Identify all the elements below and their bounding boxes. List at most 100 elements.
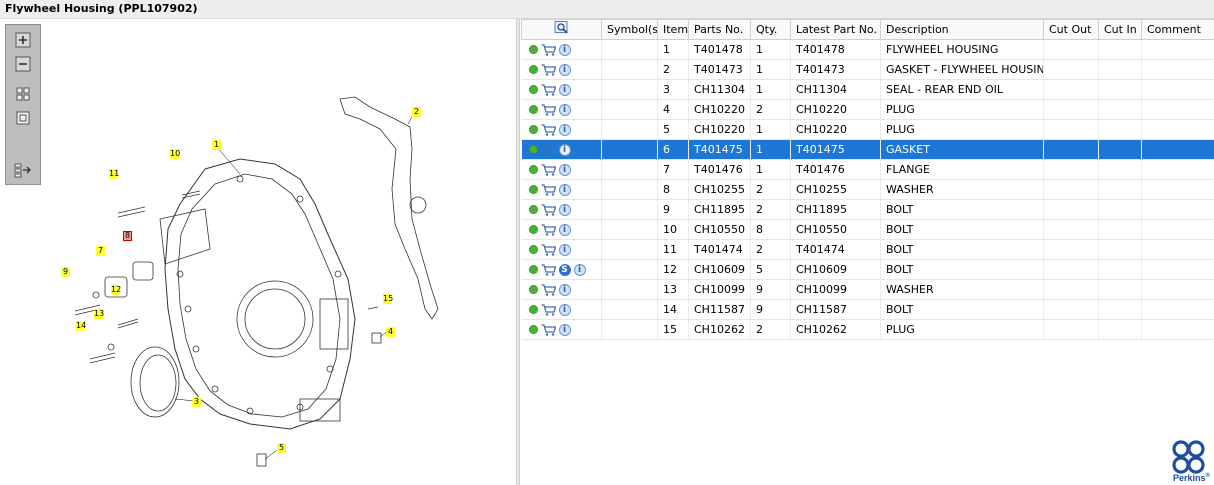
info-icon[interactable]: i xyxy=(558,123,571,136)
table-row[interactable]: i 4 CH10220 2 CH10220 PLUG xyxy=(521,99,1214,120)
callout-5[interactable]: 5 xyxy=(277,443,286,453)
callout-14[interactable]: 14 xyxy=(76,321,86,331)
table-row[interactable]: i 15 CH10262 2 CH10262 PLUG xyxy=(521,319,1214,340)
info-icon[interactable]: i xyxy=(573,263,586,276)
column-header-cut-out[interactable]: Cut Out xyxy=(1043,19,1099,40)
add-to-cart-icon[interactable] xyxy=(541,64,556,76)
actual-size-icon[interactable] xyxy=(13,109,33,127)
column-header-item[interactable]: Item xyxy=(657,19,689,40)
table-row[interactable]: i 5 CH10220 1 CH10220 PLUG xyxy=(521,119,1214,140)
pane-splitter[interactable] xyxy=(516,19,520,485)
callout-3[interactable]: 3 xyxy=(192,397,201,407)
row-icons-cell: i xyxy=(521,99,602,120)
column-header-symbols[interactable]: Symbol(s) xyxy=(601,19,658,40)
column-header-description[interactable]: Description xyxy=(880,19,1044,40)
callout-11[interactable]: 11 xyxy=(109,169,119,179)
info-icon[interactable]: i xyxy=(558,203,571,216)
table-row[interactable]: Si 12 CH10609 5 CH10609 BOLT xyxy=(521,259,1214,280)
info-icon[interactable]: i xyxy=(558,43,571,56)
gear-icon[interactable] xyxy=(528,285,538,294)
table-row[interactable]: i 11 T401474 2 T401474 BOLT xyxy=(521,239,1214,260)
zoom-out-icon[interactable] xyxy=(13,55,33,73)
table-row[interactable]: i 14 CH11587 9 CH11587 BOLT xyxy=(521,299,1214,320)
add-to-cart-icon[interactable] xyxy=(541,44,556,56)
table-row[interactable]: i 8 CH10255 2 CH10255 WASHER xyxy=(521,179,1214,200)
column-header-cut-in[interactable]: Cut In xyxy=(1098,19,1142,40)
gear-icon[interactable] xyxy=(528,325,538,334)
callout-12[interactable]: 12 xyxy=(111,285,121,295)
column-header-latest-part-no[interactable]: Latest Part No. xyxy=(790,19,881,40)
gear-icon[interactable] xyxy=(528,245,538,254)
add-to-cart-icon[interactable] xyxy=(541,184,556,196)
callout-4[interactable]: 4 xyxy=(386,327,395,337)
info-icon[interactable]: i xyxy=(558,283,571,296)
gear-icon[interactable] xyxy=(528,145,538,154)
add-to-cart-icon[interactable] xyxy=(541,244,556,256)
add-to-cart-icon[interactable] xyxy=(541,324,556,336)
gear-icon[interactable] xyxy=(528,45,538,54)
gear-icon[interactable] xyxy=(528,85,538,94)
callout-10[interactable]: 10 xyxy=(170,149,180,159)
column-header-qty[interactable]: Qty. xyxy=(750,19,791,40)
export-list-icon[interactable] xyxy=(13,161,33,179)
add-to-cart-icon[interactable] xyxy=(541,264,556,276)
add-to-cart-icon[interactable] xyxy=(541,304,556,316)
column-header-parts-no[interactable]: Parts No. xyxy=(688,19,751,40)
fit-all-icon[interactable] xyxy=(13,85,33,103)
info-icon[interactable]: i xyxy=(558,83,571,96)
add-to-cart-icon[interactable] xyxy=(541,104,556,116)
add-to-cart-icon[interactable] xyxy=(541,224,556,236)
add-to-cart-icon[interactable] xyxy=(541,204,556,216)
add-to-cart-icon[interactable] xyxy=(541,164,556,176)
table-row[interactable]: i 3 CH11304 1 CH11304 SEAL - REAR END OIL xyxy=(521,79,1214,100)
callout-1[interactable]: 1 xyxy=(212,140,221,150)
gear-icon[interactable] xyxy=(528,225,538,234)
callout-2[interactable]: 2 xyxy=(412,107,421,117)
gear-icon[interactable] xyxy=(528,65,538,74)
add-to-cart-icon[interactable] xyxy=(541,124,556,136)
callout-15[interactable]: 15 xyxy=(383,294,393,304)
gear-icon[interactable] xyxy=(528,185,538,194)
table-row[interactable]: i 1 T401478 1 T401478 FLYWHEEL HOUSING xyxy=(521,39,1214,60)
item-cell: 3 xyxy=(657,79,689,100)
diagram-pane[interactable]: 1 2 3 4 5 7 8 9 10 11 12 13 14 15 xyxy=(0,19,516,485)
gear-icon[interactable] xyxy=(528,165,538,174)
info-icon[interactable]: i xyxy=(558,243,571,256)
gear-icon[interactable] xyxy=(528,105,538,114)
add-to-cart-icon[interactable] xyxy=(541,84,556,96)
zoom-in-icon[interactable] xyxy=(13,31,33,49)
info-icon[interactable]: i xyxy=(558,223,571,236)
callout-13[interactable]: 13 xyxy=(94,309,104,319)
callout-8-highlighted[interactable]: 8 xyxy=(123,231,132,241)
gear-icon[interactable] xyxy=(528,265,538,274)
exploded-diagram[interactable] xyxy=(0,19,516,485)
item-cell: 5 xyxy=(657,119,689,140)
search-icon[interactable] xyxy=(554,21,570,35)
table-row[interactable]: i 6 T401475 1 T401475 GASKET xyxy=(521,139,1214,160)
info-icon[interactable]: i xyxy=(558,143,571,156)
add-to-cart-icon[interactable] xyxy=(541,284,556,296)
callout-7[interactable]: 7 xyxy=(96,246,105,256)
info-icon[interactable]: i xyxy=(558,183,571,196)
info-icon[interactable]: i xyxy=(558,163,571,176)
gear-icon[interactable] xyxy=(528,205,538,214)
info-icon[interactable]: i xyxy=(558,303,571,316)
table-row[interactable]: i 2 T401473 1 T401473 GASKET - FLYWHEEL HOUSI… xyxy=(521,59,1214,80)
gear-icon[interactable] xyxy=(528,125,538,134)
gear-icon[interactable] xyxy=(528,305,538,314)
item-cell: 4 xyxy=(657,99,689,120)
callout-9[interactable]: 9 xyxy=(61,267,70,277)
add-to-cart-icon[interactable] xyxy=(541,144,556,156)
table-row[interactable]: i 7 T401476 1 T401476 FLANGE xyxy=(521,159,1214,180)
info-icon[interactable]: i xyxy=(558,323,571,336)
table-row[interactable]: i 10 CH10550 8 CH10550 BOLT xyxy=(521,219,1214,240)
info-icon[interactable]: i xyxy=(558,63,571,76)
table-row[interactable]: i 9 CH11895 2 CH11895 BOLT xyxy=(521,199,1214,220)
symbol-badge[interactable]: S xyxy=(558,263,571,276)
column-header-comment[interactable]: Comment xyxy=(1141,19,1214,40)
cut-out-cell xyxy=(1043,119,1099,140)
info-icon[interactable]: i xyxy=(558,103,571,116)
comment-cell xyxy=(1141,179,1214,200)
table-row[interactable]: i 13 CH10099 9 CH10099 WASHER xyxy=(521,279,1214,300)
column-header-search[interactable] xyxy=(521,19,602,40)
